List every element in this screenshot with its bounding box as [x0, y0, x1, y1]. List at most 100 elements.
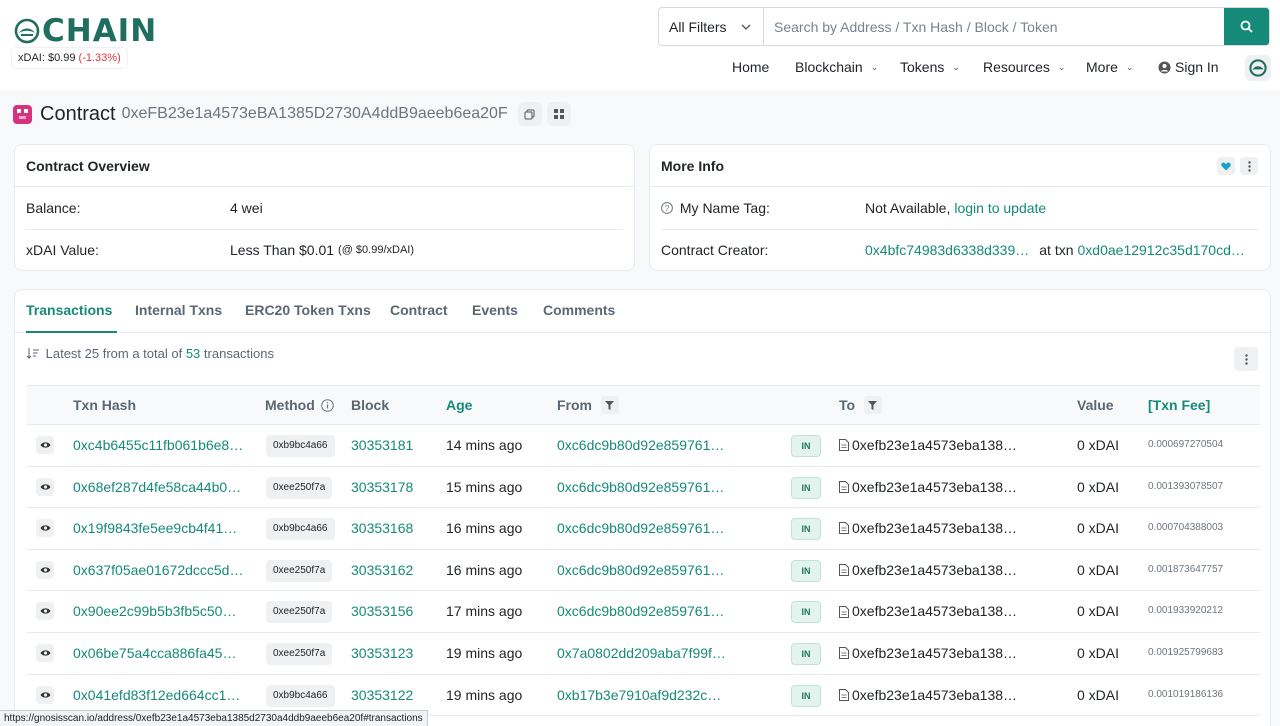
block-link[interactable]: 30353123	[351, 633, 413, 674]
txn-hash-link[interactable]: 0x68ef287d4fe58ca44b0…	[73, 467, 241, 508]
to-filter-button[interactable]	[863, 396, 882, 415]
file-contract-icon	[839, 480, 849, 493]
user-circle-icon	[1158, 61, 1171, 73]
block-link[interactable]: 30353178	[351, 467, 413, 508]
nav-signin[interactable]: Sign In	[1158, 55, 1219, 79]
from-address-link[interactable]: 0xc6dc9b80d92e859761…	[557, 591, 724, 632]
col-method-label: Method	[265, 397, 315, 413]
nav-blockchain[interactable]: Blockchain ⌄	[795, 55, 878, 79]
value-amount: 0 xDAI	[1077, 520, 1120, 537]
eye-icon	[40, 567, 50, 573]
eye-icon	[40, 483, 50, 490]
block-link[interactable]: 30353181	[351, 425, 413, 466]
copy-address-button[interactable]	[517, 102, 542, 126]
txn-hash-link[interactable]: 0x90ee2c99b5b3fb5c50…	[73, 591, 236, 632]
login-to-update-link[interactable]: login to update	[954, 200, 1046, 216]
contract-address: 0xeFB23e1a4573eBA1385D2730A4ddB9aeeb6ea2…	[121, 105, 508, 122]
to-address-text[interactable]: 0xefb23e1a4573eba138…	[852, 437, 1017, 453]
more-options-button[interactable]	[1240, 157, 1258, 175]
from-address-link[interactable]: 0xc6dc9b80d92e859761…	[557, 550, 724, 591]
to-address-text[interactable]: 0xefb23e1a4573eba138…	[852, 645, 1017, 661]
eye-icon	[40, 608, 50, 615]
search-icon	[1240, 20, 1253, 33]
block-link[interactable]: 30353168	[351, 508, 413, 549]
chevron-down-icon: ⌄	[1125, 61, 1134, 72]
blockie-icon	[17, 108, 28, 119]
txn-hash-link[interactable]: 0x19f9843fe5ee9cb4f41…	[73, 508, 237, 549]
col-from: From	[557, 386, 619, 426]
preview-button[interactable]	[36, 644, 54, 662]
chevron-down-icon	[741, 24, 751, 30]
txn-hash-link[interactable]: 0x637f05ae01672dccc5d…	[73, 550, 243, 591]
transaction-count-link[interactable]: 53	[186, 346, 200, 361]
to-address-text[interactable]: 0xefb23e1a4573eba138…	[852, 562, 1017, 578]
to-address-text[interactable]: 0xefb23e1a4573eba138…	[852, 603, 1017, 619]
nav-blockchain-label: Blockchain	[795, 59, 863, 75]
tab-events[interactable]: Events	[472, 290, 518, 333]
col-to-label: To	[839, 397, 856, 413]
from-address-link[interactable]: 0xc6dc9b80d92e859761…	[557, 508, 724, 549]
tab-internal-txns[interactable]: Internal Txns	[135, 290, 222, 333]
nav-more[interactable]: More ⌄	[1086, 55, 1133, 79]
from-address-link[interactable]: 0xc6dc9b80d92e859761…	[557, 467, 724, 508]
search-button[interactable]	[1224, 8, 1269, 45]
txn-fee: 0.000697270504	[1148, 439, 1224, 450]
site-header: CHAIN xDAI: $0.99 (-1.33%) All Filters H…	[0, 0, 1280, 90]
search-filter-select[interactable]: All Filters	[659, 8, 764, 45]
preview-button[interactable]	[36, 477, 54, 496]
to-address-text[interactable]: 0xefb23e1a4573eba138…	[852, 479, 1017, 495]
nav-home[interactable]: Home	[732, 55, 769, 79]
creator-address-link[interactable]: 0x4bfc74983d6338d339…	[865, 242, 1029, 258]
table-options-button[interactable]	[1234, 347, 1258, 371]
block-link[interactable]: 30353156	[351, 591, 413, 632]
from-filter-button[interactable]	[600, 396, 619, 415]
txn-hash-link[interactable]: 0x06be75a4cca886fa45…	[73, 633, 236, 674]
to-address-text[interactable]: 0xefb23e1a4573eba138…	[852, 687, 1017, 703]
block-link[interactable]: 30353162	[351, 550, 413, 591]
method-badge: 0xee250f7a	[266, 476, 333, 499]
tab-transactions[interactable]: Transactions	[26, 290, 117, 333]
eye-icon	[40, 525, 50, 531]
favorite-button[interactable]	[1217, 157, 1235, 175]
filter-icon	[605, 401, 615, 411]
to-address: 0xefb23e1a4573eba138…	[839, 508, 1017, 549]
price-badge: xDAI: $0.99 (-1.33%)	[12, 48, 127, 68]
nav-resources[interactable]: Resources ⌄	[983, 55, 1065, 79]
col-age-toggle[interactable]: Age	[446, 386, 472, 426]
chain-switch-button[interactable]	[1245, 55, 1271, 81]
site-logo[interactable]: CHAIN	[14, 13, 158, 49]
tab-contract[interactable]: Contract	[390, 290, 448, 333]
from-address-link[interactable]: 0xc6dc9b80d92e859761…	[557, 425, 724, 466]
preview-button[interactable]	[36, 602, 54, 621]
preview-button[interactable]	[36, 519, 54, 538]
age-value: 16 mins ago	[446, 520, 523, 537]
sort-icon	[27, 348, 39, 359]
preview-button[interactable]	[36, 685, 54, 704]
nav-tokens[interactable]: Tokens ⌄	[900, 55, 960, 79]
to-address: 0xefb23e1a4573eba138…	[839, 425, 1017, 466]
col-txn-fee-toggle[interactable]: [Txn Fee]	[1148, 386, 1210, 426]
info-circle-icon[interactable]	[320, 398, 334, 412]
col-value: Value	[1077, 397, 1114, 413]
method-badge: 0xb9bc4a66	[266, 684, 335, 707]
qr-code-button[interactable]	[546, 102, 571, 126]
from-address-link[interactable]: 0xb17b3e7910af9d232c…	[557, 675, 721, 716]
tab-erc20-token-txns[interactable]: ERC20 Token Txns	[245, 290, 371, 333]
file-contract-icon	[839, 605, 849, 618]
txn-hash-link[interactable]: 0xc4b6455c11fb061b6e8…	[73, 425, 243, 466]
preview-button[interactable]	[36, 436, 54, 454]
xdai-value: Less Than $0.01	[230, 242, 335, 258]
xdai-value-row: xDAI Value: Less Than $0.01 (@ $0.99/xDA…	[26, 229, 623, 271]
search-input[interactable]	[764, 8, 1224, 45]
creator-txn-link[interactable]: 0xd0ae12912c35d170cd…	[1078, 242, 1245, 258]
from-address-link[interactable]: 0x7a0802dd209aba7f99f…	[557, 633, 726, 674]
to-address-text[interactable]: 0xefb23e1a4573eba138…	[852, 520, 1017, 536]
value-amount: 0 xDAI	[1077, 478, 1120, 495]
nav-more-label: More	[1086, 59, 1118, 75]
logo-text: CHAIN	[42, 13, 158, 49]
svg-text:?: ?	[665, 204, 670, 213]
direction-badge: IN	[791, 518, 821, 541]
preview-button[interactable]	[36, 560, 54, 579]
tab-comments[interactable]: Comments	[543, 290, 615, 333]
balance-label: Balance:	[26, 200, 81, 216]
